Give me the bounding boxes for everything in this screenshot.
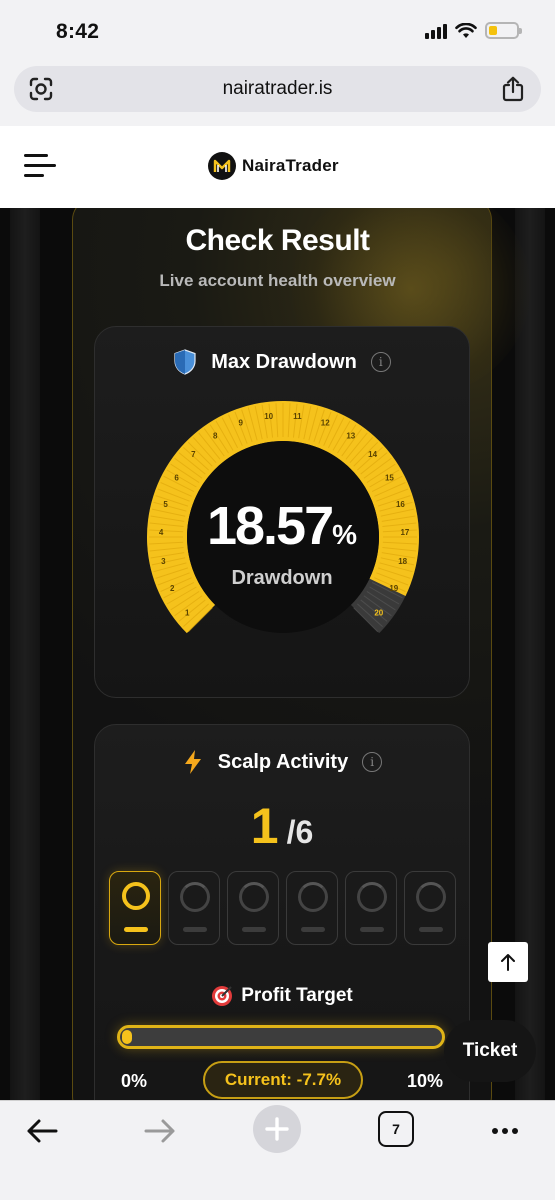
max-drawdown-label: Max Drawdown [211, 350, 357, 373]
gauge-tick-label: 8 [213, 432, 218, 441]
side-rail-left [10, 208, 40, 1100]
browser-bottom-toolbar: 7 [0, 1100, 555, 1200]
profit-target-label: Profit Target [241, 985, 353, 1006]
gauge-tick-label: 10 [264, 412, 273, 421]
profit-target-progress [117, 1025, 445, 1049]
page-subtitle: Live account health overview [159, 271, 396, 290]
scalp-slot [168, 871, 220, 945]
slot-ring-icon [298, 882, 328, 912]
gauge-tick-label: 7 [191, 450, 196, 459]
scalp-count: 1/6 [95, 797, 469, 855]
profit-target-max: 10% [406, 1071, 443, 1091]
brand-name: NairaTrader [242, 156, 339, 175]
slot-bar [301, 927, 325, 932]
scalp-slot [109, 871, 161, 945]
browser-top-chrome: 8:42 nairatrader.is [0, 0, 555, 126]
arrow-up-icon [501, 954, 515, 971]
slot-ring-icon [239, 882, 269, 912]
slot-bar [124, 927, 148, 932]
drawdown-unit: % [332, 519, 358, 550]
slot-ring-icon [122, 882, 150, 910]
scalp-total: /6 [286, 814, 314, 850]
scalp-activity-header: Scalp Activity i [95, 749, 469, 775]
slot-bar [419, 927, 443, 932]
profit-target-current: Current: -7.7% [203, 1061, 363, 1099]
scalp-slot [286, 871, 338, 945]
page-content: Check Result Live account health overvie… [0, 208, 555, 1100]
profit-target-min: 0% [121, 1071, 148, 1091]
url-text[interactable]: nairatrader.is [14, 78, 541, 100]
slot-ring-icon [416, 882, 446, 912]
max-drawdown-panel: Max Drawdown i 1 2 3 4 5 6 7 8 9 10 11 12 13 14 15 16 17… [94, 326, 470, 698]
logo-mark-icon [208, 152, 236, 180]
scalp-slot [227, 871, 279, 945]
slot-ring-icon [357, 882, 387, 912]
gauge-tick-label: 12 [321, 419, 330, 428]
arrow-left-icon [27, 1119, 58, 1143]
gauge-tick-label: 6 [174, 473, 179, 482]
scalp-activity-label: Scalp Activity [217, 750, 349, 773]
gauge-tick-label: 13 [346, 432, 355, 441]
gauge-tick-label: 3 [161, 557, 166, 566]
gauge-tick-label: 1 [185, 609, 190, 618]
status-icons [425, 22, 522, 39]
max-drawdown-header: Max Drawdown i [95, 349, 469, 375]
scalp-activity-panel: Scalp Activity i 1/6 Profit Target 0% Cu… [94, 724, 470, 1100]
profit-target-header: Profit Target [95, 985, 469, 1007]
drawdown-value: 18.57% [95, 495, 469, 557]
cellular-signal-icon [425, 23, 447, 39]
more-options-icon[interactable] [485, 1111, 525, 1151]
slot-bar [242, 927, 266, 932]
slot-bar [360, 927, 384, 932]
ticket-button[interactable]: Ticket [444, 1020, 536, 1082]
scalp-slot [345, 871, 397, 945]
site-header: NairaTrader [0, 126, 555, 208]
lightning-icon [184, 750, 201, 774]
gauge-tick-label: 18 [398, 557, 407, 566]
scalp-current: 1 [250, 798, 279, 854]
gauge-tick-label: 14 [368, 450, 377, 459]
target-icon [212, 986, 233, 1006]
new-tab-button[interactable] [253, 1105, 301, 1153]
battery-icon [485, 22, 522, 39]
wifi-icon [455, 22, 477, 39]
back-to-top-button[interactable] [488, 942, 528, 982]
menu-icon[interactable] [24, 154, 56, 178]
profit-target-fill [122, 1030, 132, 1044]
drawdown-caption: Drawdown [231, 567, 333, 589]
brand-logo[interactable]: NairaTrader [208, 152, 339, 180]
gauge-tick-label: 20 [374, 609, 383, 618]
drawdown-number: 18.57 [206, 496, 334, 556]
page-title: Check Result [185, 224, 370, 257]
scalp-slot [404, 871, 456, 945]
status-time: 8:42 [56, 20, 100, 43]
plus-icon [265, 1117, 289, 1141]
address-bar[interactable]: nairatrader.is [14, 66, 541, 112]
forward-button[interactable] [140, 1111, 180, 1151]
info-icon[interactable]: i [370, 352, 391, 372]
info-icon[interactable]: i [362, 752, 383, 772]
gauge-tick-label: 9 [239, 419, 244, 428]
gauge-tick-label: 15 [385, 473, 394, 482]
share-icon[interactable] [501, 76, 525, 102]
gauge-tick-label: 11 [293, 412, 302, 421]
back-button[interactable] [22, 1111, 62, 1151]
slot-bar [183, 927, 207, 932]
scalp-slots [109, 871, 456, 945]
slot-ring-icon [180, 882, 210, 912]
shield-icon [174, 349, 196, 375]
arrow-right-icon [144, 1119, 175, 1143]
tab-switcher-button[interactable]: 7 [378, 1111, 414, 1147]
